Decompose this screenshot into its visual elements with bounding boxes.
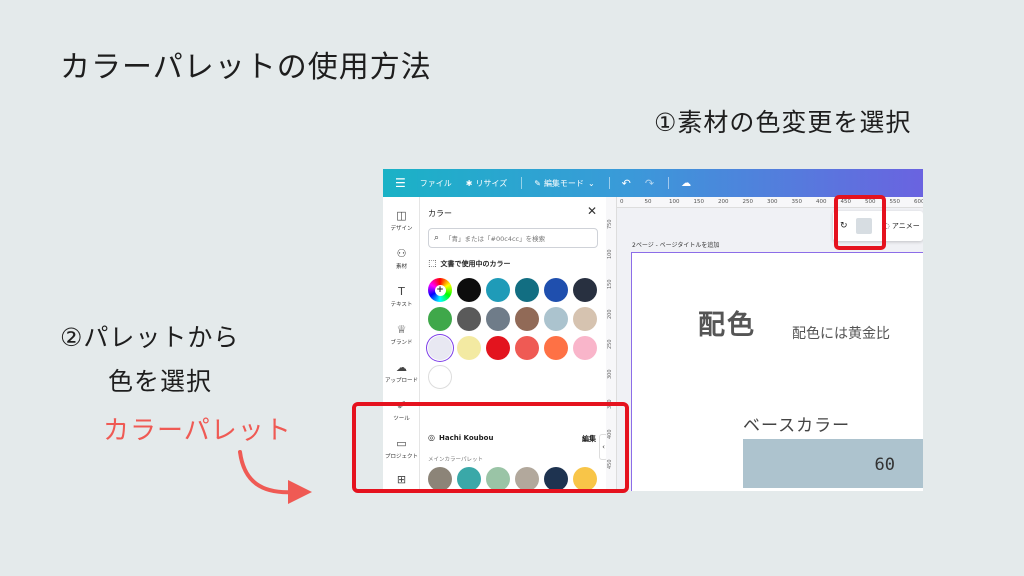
- file-menu[interactable]: ファイル: [420, 178, 452, 189]
- doc-color-swatch[interactable]: [544, 278, 568, 302]
- redo-icon[interactable]: ↷: [645, 177, 654, 190]
- close-icon[interactable]: ✕: [587, 204, 597, 218]
- search-icon: ⌕: [434, 233, 440, 243]
- doc-color-swatch[interactable]: [486, 307, 510, 331]
- edit-mode-label: 編集モード: [543, 178, 584, 188]
- nav-label: 素材: [395, 264, 407, 270]
- canvas-subheading[interactable]: 配色には黄金比: [792, 323, 890, 343]
- nav-label: テキスト: [390, 302, 413, 308]
- nav-upload[interactable]: ☁ アップロード: [383, 361, 420, 384]
- base-color-box: 60: [743, 439, 923, 488]
- doc-color-swatch[interactable]: [515, 336, 539, 360]
- slide-title: カラーパレットの使用方法: [60, 50, 432, 85]
- ruler-tick-label: 150: [693, 199, 705, 205]
- step2-line1: ②パレットから: [60, 323, 240, 352]
- brand-icon: ♕: [396, 323, 407, 336]
- ruler-tick-label: 250: [742, 199, 754, 205]
- chevron-down-icon: ⌄: [587, 178, 595, 188]
- edit-mode-button[interactable]: ✎ 編集モード ⌄: [534, 178, 594, 189]
- doc-color-swatch[interactable]: [515, 278, 539, 302]
- ruler-tick-label: 150: [607, 279, 613, 289]
- divider: [608, 177, 610, 189]
- step2-line2: 色を選択: [108, 367, 213, 396]
- base-color-label: ベースカラー: [743, 416, 851, 436]
- ruler-tick-label: 750: [607, 219, 613, 229]
- doc-color-swatch[interactable]: [544, 307, 568, 331]
- divider: [521, 177, 523, 189]
- curved-arrow-icon: [238, 450, 312, 504]
- ruler-tick-label: 100: [669, 199, 680, 205]
- ruler-tick-label: 300: [767, 199, 778, 205]
- ruler-tick-label: 0: [620, 199, 624, 205]
- cloud-save-icon[interactable]: ☁: [681, 178, 691, 189]
- hamburger-icon[interactable]: ☰: [395, 176, 406, 190]
- ruler-tick-label: 600: [914, 199, 923, 205]
- nav-text[interactable]: T テキスト: [383, 285, 420, 308]
- top-bar: ☰ ファイル ✱ リサイズ ✎ 編集モード ⌄ ↶ ↷ ☁: [383, 169, 923, 197]
- search-placeholder: 「青」または「#00c4cc」を検索: [445, 235, 546, 243]
- resize-label: リサイズ: [475, 178, 508, 188]
- panel-title: カラー: [428, 209, 452, 218]
- doc-color-swatch[interactable]: [573, 336, 597, 360]
- animate-button[interactable]: ◌ アニメー: [884, 221, 920, 231]
- plus-icon: +: [434, 284, 446, 296]
- doc-color-swatch[interactable]: [486, 278, 510, 302]
- doc-color-swatch[interactable]: [573, 278, 597, 302]
- doc-color-swatch[interactable]: [428, 307, 452, 331]
- ruler-tick-label: 50: [644, 199, 652, 205]
- upload-icon: ☁: [396, 361, 407, 374]
- nav-label: ブランド: [390, 340, 413, 346]
- highlight-color-button: [834, 195, 886, 250]
- ruler-tick-label: 300: [607, 369, 613, 379]
- step1-label: ①素材の色変更を選択: [654, 108, 912, 137]
- ruler-tick-label: 100: [607, 249, 613, 259]
- ruler-tick-label: 550: [889, 199, 901, 205]
- doc-color-swatch[interactable]: [515, 307, 539, 331]
- resize-button[interactable]: ✱ リサイズ: [466, 178, 507, 189]
- palette-icon: ⬚: [428, 259, 437, 269]
- ruler-tick-label: 200: [607, 309, 613, 319]
- step2-label: ②パレットから 色を選択: [60, 316, 239, 404]
- ruler-tick-label: 200: [718, 199, 729, 205]
- doc-color-swatch[interactable]: [428, 336, 452, 360]
- ruler-tick-label: 400: [816, 199, 827, 205]
- text-icon: T: [398, 285, 405, 298]
- design-icon: ◫: [396, 209, 407, 222]
- nav-elements[interactable]: ⚇ 素材: [383, 247, 420, 270]
- doc-color-swatch[interactable]: [457, 307, 481, 331]
- color-search-input[interactable]: ⌕ 「青」または「#00c4cc」を検索: [428, 228, 598, 248]
- nav-brand[interactable]: ♕ ブランド: [383, 323, 420, 346]
- doc-color-swatch[interactable]: [544, 336, 568, 360]
- highlight-brand-palette: [352, 402, 629, 493]
- divider: [668, 177, 670, 189]
- pencil-icon: ✎: [534, 178, 541, 188]
- doc-colors-heading: ⬚ 文書で使用中のカラー: [428, 259, 511, 269]
- canvas-heading[interactable]: 配色: [698, 303, 756, 342]
- elements-icon: ⚇: [396, 247, 407, 260]
- palette-callout-label: カラーパレット: [103, 416, 292, 446]
- animate-label: アニメー: [891, 222, 920, 230]
- doc-color-swatch[interactable]: [457, 278, 481, 302]
- nav-label: アップロード: [384, 378, 418, 384]
- ruler-tick-label: 250: [607, 339, 613, 349]
- nav-label: デザイン: [390, 226, 413, 232]
- doc-colors-title: 文書で使用中のカラー: [440, 260, 511, 268]
- base-color-value: 60: [874, 455, 895, 475]
- doc-color-swatch[interactable]: [428, 365, 452, 389]
- page-title-label[interactable]: 2ページ - ページタイトルを追加: [632, 240, 719, 249]
- ruler-tick-label: 350: [791, 199, 803, 205]
- doc-color-swatch[interactable]: [457, 336, 481, 360]
- doc-color-swatch[interactable]: [486, 336, 510, 360]
- add-color-button[interactable]: +: [428, 278, 452, 302]
- undo-icon[interactable]: ↶: [622, 177, 631, 190]
- doc-color-swatch[interactable]: [573, 307, 597, 331]
- resize-icon: ✱: [465, 178, 473, 188]
- nav-design[interactable]: ◫ デザイン: [383, 209, 420, 232]
